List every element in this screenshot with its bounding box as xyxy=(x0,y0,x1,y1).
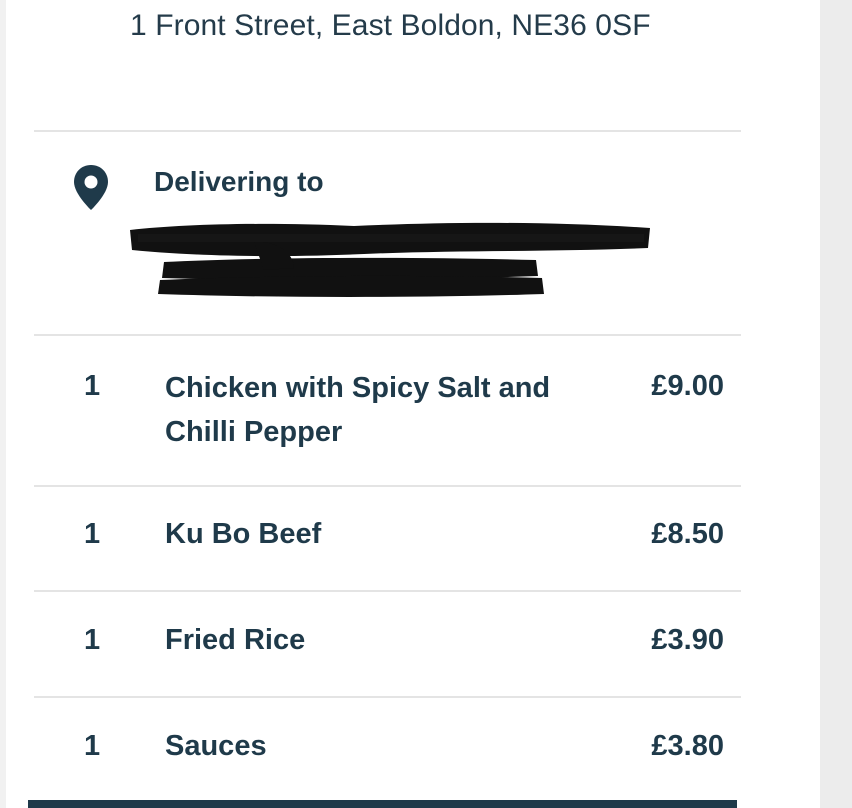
item-price: £3.90 xyxy=(651,624,724,656)
item-quantity: 1 xyxy=(84,370,101,402)
divider xyxy=(34,696,741,698)
divider xyxy=(34,334,741,336)
divider xyxy=(34,485,741,487)
item-quantity: 1 xyxy=(84,730,101,762)
redacted-delivery-address xyxy=(130,222,650,297)
item-quantity: 1 xyxy=(84,518,101,550)
item-name: Ku Bo Beef xyxy=(165,518,322,550)
right-scroll-gutter xyxy=(820,0,852,808)
restaurant-address: 1 Front Street, East Boldon, NE36 0SF xyxy=(130,9,651,42)
item-quantity: 1 xyxy=(84,624,101,656)
item-price: £3.80 xyxy=(651,730,724,762)
item-price: £9.00 xyxy=(651,370,724,402)
item-name: Sauces xyxy=(165,730,267,762)
delivering-to-label: Delivering to xyxy=(154,166,324,197)
total-section-top-rule xyxy=(28,800,737,808)
item-price: £8.50 xyxy=(651,518,724,550)
item-name: Chicken with Spicy Salt and Chilli Peppe… xyxy=(165,372,551,448)
item-name: Fried Rice xyxy=(165,624,306,656)
order-summary-panel: 1 Front Street, East Boldon, NE36 0SF De… xyxy=(6,0,820,808)
location-pin-icon xyxy=(74,165,108,210)
divider xyxy=(34,130,741,132)
divider xyxy=(34,590,741,592)
